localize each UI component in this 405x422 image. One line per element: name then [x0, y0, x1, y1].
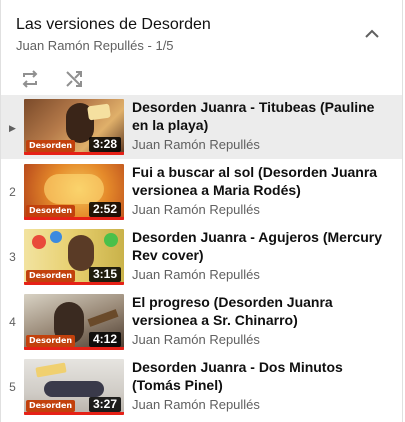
item-meta: Fui a buscar al sol (Desorden Juanra ver… — [132, 163, 394, 219]
playlist-subtitle: Juan Ramón Repullés - 1/5 — [16, 38, 174, 53]
playlist-header: Las versiones de Desorden Juan Ramón Rep… — [1, 0, 402, 88]
video-title[interactable]: Desorden Juanra - Agujeros (Mercury Rev … — [132, 228, 394, 264]
item-index: ▶ — [1, 95, 24, 159]
shuffle-icon — [66, 71, 82, 87]
video-duration: 2:52 — [88, 202, 121, 217]
item-index: 3 — [9, 250, 16, 264]
video-title[interactable]: Desorden Juanra - Dos Minutos (Tomás Pin… — [132, 358, 394, 394]
playlist-items: ▶ Desorden 3:28 Desorden Juanra - Titube… — [1, 95, 402, 420]
video-thumbnail[interactable]: Desorden 3:15 — [24, 229, 124, 285]
watched-progress-bar — [24, 217, 124, 220]
channel-name: Juan Ramón Repullés — [132, 397, 260, 412]
watched-progress-bar — [24, 282, 124, 285]
video-duration: 3:28 — [88, 137, 121, 152]
video-duration: 4:12 — [88, 332, 121, 347]
playlist-item[interactable]: 2 Desorden 2:52 Fui a buscar al sol (Des… — [1, 160, 402, 224]
playlist-panel: Las versiones de Desorden Juan Ramón Rep… — [0, 0, 403, 422]
watched-progress-bar — [24, 347, 124, 350]
item-meta: El progreso (Desorden Juanra versionea a… — [132, 293, 394, 349]
playlist-controls — [16, 67, 386, 91]
video-thumbnail[interactable]: Desorden 4:12 — [24, 294, 124, 350]
thumbnail-brand-badge: Desorden — [26, 205, 76, 217]
collapse-button[interactable] — [360, 22, 384, 46]
video-title[interactable]: Fui a buscar al sol (Desorden Juanra ver… — [132, 163, 394, 199]
channel-name: Juan Ramón Repullés — [132, 267, 260, 282]
item-index: 5 — [9, 380, 16, 394]
thumbnail-brand-badge: Desorden — [26, 335, 76, 347]
video-thumbnail[interactable]: Desorden 3:27 — [24, 359, 124, 415]
video-title[interactable]: El progreso (Desorden Juanra versionea a… — [132, 293, 394, 329]
watched-progress-bar — [24, 412, 124, 415]
video-thumbnail[interactable]: Desorden 3:28 — [24, 99, 124, 155]
playlist-item[interactable]: ▶ Desorden 3:28 Desorden Juanra - Titube… — [1, 95, 402, 159]
channel-name: Juan Ramón Repullés — [132, 137, 260, 152]
video-title[interactable]: Desorden Juanra - Titubeas (Pauline en l… — [132, 98, 394, 134]
item-meta: Desorden Juanra - Titubeas (Pauline en l… — [132, 98, 394, 154]
item-index: 4 — [9, 315, 16, 329]
shuffle-button[interactable] — [62, 67, 86, 91]
item-meta: Desorden Juanra - Agujeros (Mercury Rev … — [132, 228, 394, 284]
video-duration: 3:27 — [88, 397, 121, 412]
thumbnail-brand-badge: Desorden — [26, 140, 76, 152]
playlist-title[interactable]: Las versiones de Desorden — [16, 15, 386, 35]
thumbnail-brand-badge: Desorden — [26, 270, 76, 282]
chevron-up-icon — [365, 29, 379, 38]
video-thumbnail[interactable]: Desorden 2:52 — [24, 164, 124, 220]
repeat-icon — [22, 70, 38, 88]
watched-progress-bar — [24, 152, 124, 155]
playlist-item[interactable]: 5 Desorden 3:27 Desorden Juanra - Dos Mi… — [1, 355, 402, 419]
playlist-item[interactable]: 3 Desorden 3:15 Desorden Juanra - Agujer… — [1, 225, 402, 289]
item-meta: Desorden Juanra - Dos Minutos (Tomás Pin… — [132, 358, 394, 414]
loop-button[interactable] — [18, 67, 42, 91]
playlist-item[interactable]: 4 Desorden 4:12 El progreso (Desorden Ju… — [1, 290, 402, 354]
video-duration: 3:15 — [88, 267, 121, 282]
channel-name: Juan Ramón Repullés — [132, 202, 260, 217]
thumbnail-brand-badge: Desorden — [26, 400, 76, 412]
item-index: 2 — [9, 185, 16, 199]
channel-name: Juan Ramón Repullés — [132, 332, 260, 347]
now-playing-icon: ▶ — [9, 123, 16, 133]
